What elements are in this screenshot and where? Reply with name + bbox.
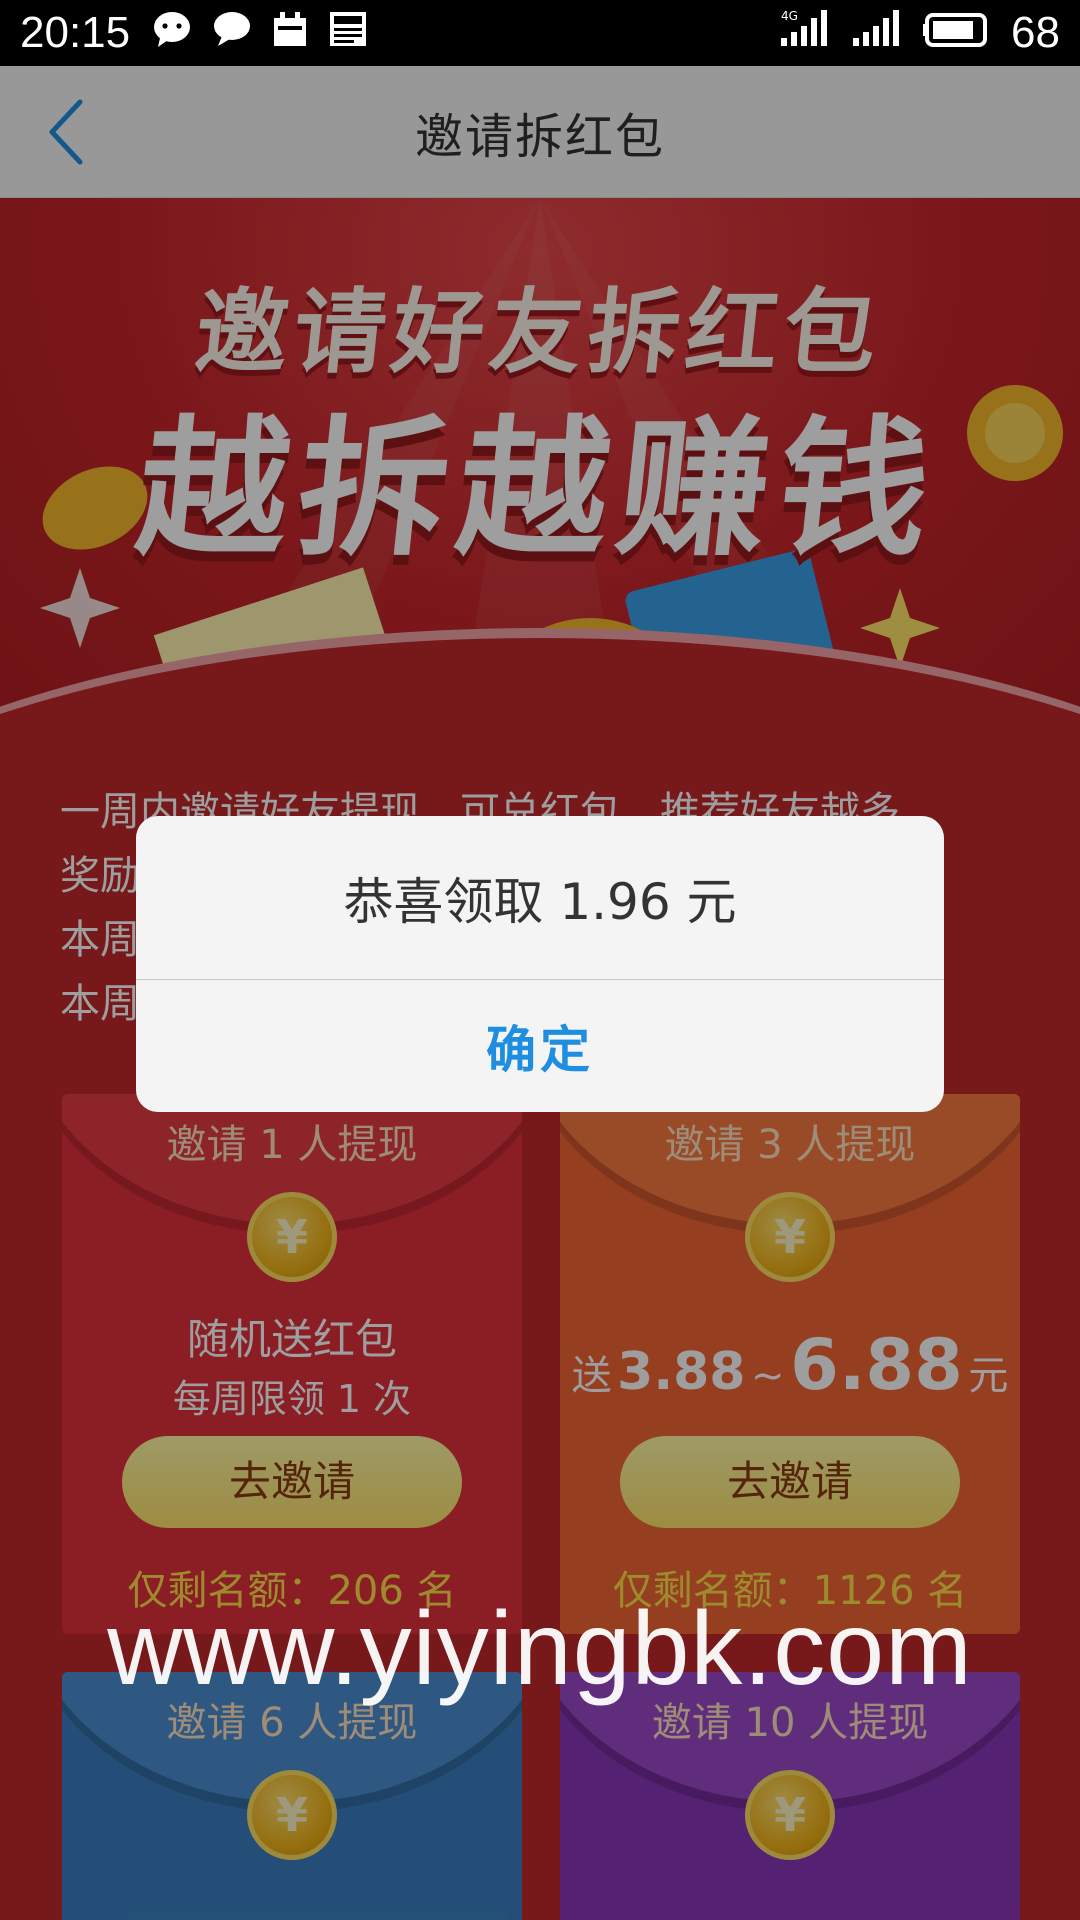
reward-dialog: 恭喜领取 1.96 元 确定 (136, 816, 944, 1112)
battery-level: 68 (1011, 8, 1060, 57)
signal-icon (851, 8, 905, 59)
confirm-button[interactable]: 确定 (136, 980, 944, 1112)
status-bar: 20:15 4G 68 (0, 0, 1080, 66)
news-icon (328, 8, 368, 59)
watermark: www.yiyingbk.com (107, 1591, 973, 1707)
signal-4g-icon: 4G (779, 8, 833, 59)
status-time: 20:15 (20, 8, 131, 57)
message-icon (212, 8, 252, 59)
calendar-icon (272, 8, 308, 59)
battery-icon (923, 8, 993, 59)
svg-text:4G: 4G (781, 9, 798, 23)
chat-bubble-icon (152, 8, 192, 59)
dialog-message: 恭喜领取 1.96 元 (136, 816, 944, 980)
